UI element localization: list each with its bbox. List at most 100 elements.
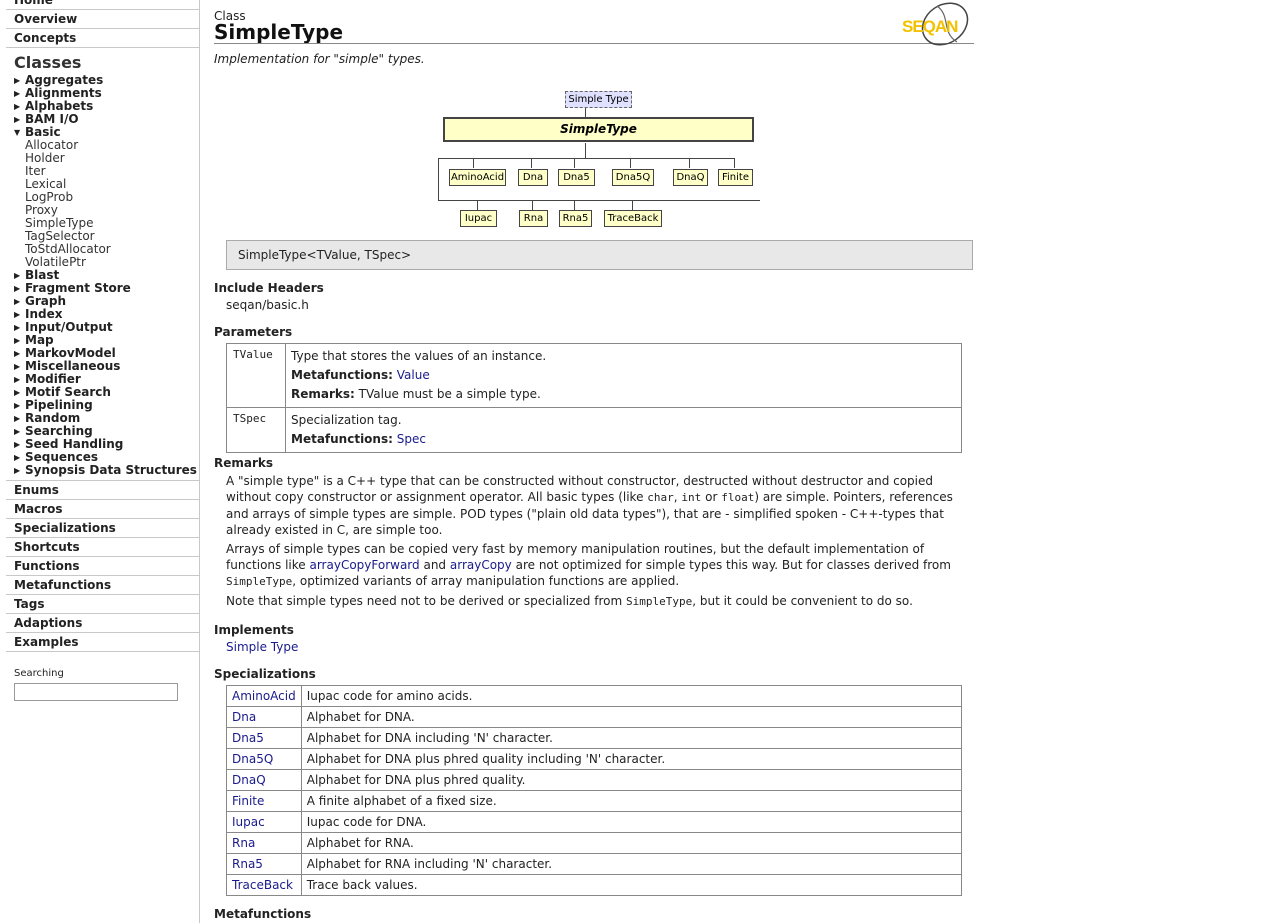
spec-link-traceback[interactable]: TraceBack <box>232 878 293 892</box>
diagram-spec-dna5[interactable]: Dna5 <box>558 169 595 186</box>
triangle-right-icon: ▶ <box>14 362 21 371</box>
implements-heading: Implements <box>214 623 294 637</box>
nav-home[interactable]: Home <box>6 0 199 10</box>
specializations-heading: Specializations <box>214 667 316 681</box>
triangle-right-icon: ▶ <box>14 453 21 462</box>
link-arraycopy[interactable]: arrayCopy <box>450 558 512 572</box>
remarks-paragraph: A "simple type" is a C++ type that can b… <box>226 474 953 537</box>
triangle-right-icon: ▶ <box>14 89 21 98</box>
nav-metafunctions[interactable]: Metafunctions <box>6 576 199 595</box>
param-name: TValue <box>226 343 286 408</box>
spec-link-rna5[interactable]: Rna5 <box>232 857 263 871</box>
spec-link-iupac[interactable]: Iupac <box>232 815 265 829</box>
metafunctions-label: Metafunctions: <box>291 432 393 446</box>
param-desc: Specialization tag. Metafunctions: Spec <box>285 407 962 453</box>
diagram-spec-dna5q[interactable]: Dna5Q <box>612 169 654 186</box>
nav-functions[interactable]: Functions <box>6 557 199 576</box>
link-arraycopyforward[interactable]: arrayCopyForward <box>309 558 419 572</box>
nav-macros[interactable]: Macros <box>6 500 199 519</box>
nav-enums[interactable]: Enums <box>6 481 199 500</box>
sidebar: Home Overview Concepts Classes ▶ Aggregat… <box>0 0 200 923</box>
spec-desc: Alphabet for RNA. <box>300 832 963 854</box>
spec-link-dna[interactable]: Dna <box>232 710 256 724</box>
include-header-value: seqan/basic.h <box>226 298 309 312</box>
table-row: TraceBack Trace back values. <box>226 874 963 896</box>
metafunction-link-value[interactable]: Value <box>397 368 430 382</box>
remarks-body: A "simple type" is a C++ type that can b… <box>226 473 961 613</box>
table-row: TSpec Specialization tag. Metafunctions:… <box>226 407 962 453</box>
diagram-connector <box>473 158 474 168</box>
diagram-connector <box>689 158 690 168</box>
diagram-spec-iupac[interactable]: Iupac <box>460 210 497 227</box>
diagram-connector <box>532 200 533 210</box>
remarks-label: Remarks: <box>291 387 355 401</box>
specializations-table: AminoAcid Iupac code for amino acids. Dna… <box>226 685 963 896</box>
triangle-right-icon: ▶ <box>14 284 21 293</box>
diagram-spec-finite[interactable]: Finite <box>718 169 753 186</box>
spec-link-dna5[interactable]: Dna5 <box>232 731 264 745</box>
diagram-connector <box>585 108 586 117</box>
nav-concepts[interactable]: Concepts <box>6 29 199 48</box>
triangle-right-icon: ▶ <box>14 271 21 280</box>
diagram-connector <box>574 200 575 210</box>
class-group-synopsis[interactable]: ▶ Synopsis Data Structures <box>14 464 199 477</box>
table-row: Dna5Q Alphabet for DNA plus phred quality… <box>226 748 963 770</box>
spec-link-dna5q[interactable]: Dna5Q <box>232 752 273 766</box>
page-title: SimpleType <box>214 20 344 44</box>
spec-desc: Alphabet for RNA including 'N' character… <box>300 853 963 875</box>
triangle-right-icon: ▶ <box>14 297 21 306</box>
diagram-spec-traceback[interactable]: TraceBack <box>604 210 662 227</box>
classes-heading[interactable]: Classes <box>14 54 199 72</box>
table-row: Finite A finite alphabet of a fixed size. <box>226 790 963 812</box>
metafunction-link-spec[interactable]: Spec <box>397 432 426 446</box>
diagram-spec-rna5[interactable]: Rna5 <box>559 210 592 227</box>
diagram-spec-aminoacid[interactable]: AminoAcid <box>449 169 506 186</box>
class-summary: Implementation for "simple" types. <box>214 52 425 66</box>
param-description: Type that stores the values of an instan… <box>291 349 547 363</box>
table-row: TValue Type that stores the values of an… <box>226 343 962 408</box>
diagram-spec-dnaq[interactable]: DnaQ <box>673 169 708 186</box>
spec-link-finite[interactable]: Finite <box>232 794 264 808</box>
spec-link-rna[interactable]: Rna <box>232 836 255 850</box>
triangle-right-icon: ▶ <box>14 115 21 124</box>
classes-section: Classes ▶ Aggregates ▶ Alignments ▶ Alphabe… <box>6 54 199 481</box>
nav-shortcuts[interactable]: Shortcuts <box>6 538 199 557</box>
nav-examples[interactable]: Examples <box>6 633 199 652</box>
table-row: DnaQ Alphabet for DNA plus phred quality. <box>226 769 963 791</box>
search-input[interactable] <box>14 683 178 701</box>
diagram-connector <box>477 200 478 210</box>
triangle-right-icon: ▶ <box>14 323 21 332</box>
table-row: Dna5 Alphabet for DNA including 'N' chara… <box>226 727 963 749</box>
nav-adaptions[interactable]: Adaptions <box>6 614 199 633</box>
metafunctions-label: Metafunctions: <box>291 368 393 382</box>
spec-link-aminoacid[interactable]: AminoAcid <box>232 689 296 703</box>
nav-specializations[interactable]: Specializations <box>6 519 199 538</box>
diagram-connector <box>734 158 735 168</box>
diagram-spec-dna[interactable]: Dna <box>518 169 548 186</box>
nav-tags[interactable]: Tags <box>6 595 199 614</box>
diagram-connector <box>630 158 631 168</box>
spec-desc: Alphabet for DNA. <box>300 706 963 728</box>
spec-desc: Alphabet for DNA plus phred quality. <box>300 769 963 791</box>
nav-overview[interactable]: Overview <box>6 10 199 29</box>
diagram-spec-rna[interactable]: Rna <box>519 210 548 227</box>
triangle-right-icon: ▶ <box>14 440 21 449</box>
triangle-right-icon: ▶ <box>14 102 21 111</box>
table-row: AminoAcid Iupac code for amino acids. <box>226 685 963 707</box>
triangle-right-icon: ▶ <box>14 414 21 423</box>
search-label: Searching <box>14 668 64 679</box>
remarks-paragraph: Note that simple types need not to be de… <box>226 594 913 608</box>
diagram-bracket-top <box>438 158 735 159</box>
spec-link-dnaq[interactable]: DnaQ <box>232 773 266 787</box>
logo-text: SEQAN <box>902 17 958 36</box>
triangle-right-icon: ▶ <box>14 76 21 85</box>
spec-desc: Alphabet for DNA plus phred quality incl… <box>300 748 963 770</box>
implements-link-simple-type[interactable]: Simple Type <box>226 640 298 654</box>
table-row: Rna5 Alphabet for RNA including 'N' chara… <box>226 853 963 875</box>
param-name: TSpec <box>226 407 286 453</box>
spec-desc: Iupac code for amino acids. <box>300 685 963 707</box>
table-row: Dna Alphabet for DNA. <box>226 706 963 728</box>
diagram-concept-simple-type[interactable]: Simple Type <box>565 91 632 108</box>
triangle-right-icon: ▶ <box>14 336 21 345</box>
class-link-holder[interactable]: Holder <box>25 152 199 165</box>
